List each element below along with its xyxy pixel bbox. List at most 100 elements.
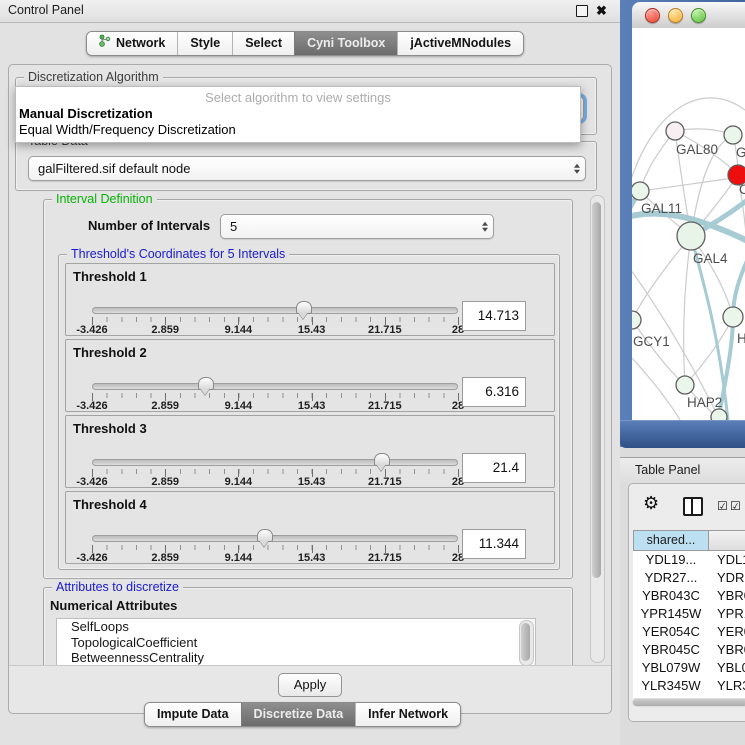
threshold-slider[interactable]: -3.4262.8599.14415.4321.71528 (92, 378, 458, 410)
slider-ticks (92, 393, 458, 398)
slider-track[interactable] (92, 459, 458, 466)
table-row[interactable]: YLR345WYLR3 (633, 677, 745, 695)
table-row[interactable]: YBL079WYBL0 (633, 659, 745, 677)
threshold-value-field[interactable]: 6.316 (462, 377, 526, 407)
tab-select[interactable]: Select (232, 32, 294, 55)
num-intervals-combobox[interactable]: 5 (220, 214, 494, 239)
combobox-value: galFiltered.sif default node (29, 157, 585, 180)
slider-tick-labels: -3.4262.8599.14415.4321.71528 (92, 552, 458, 564)
close-icon[interactable]: ✖ (596, 3, 607, 19)
node-gcy1[interactable] (632, 311, 641, 329)
tab-network[interactable]: Network (87, 32, 177, 55)
tab-cyni-toolbox[interactable]: Cyni Toolbox (294, 32, 397, 55)
node-gal80[interactable] (666, 122, 684, 140)
slider-thumb[interactable] (198, 377, 214, 390)
control-panel: Control Panel ✖ Network Style Select Cyn… (0, 0, 620, 745)
network-window-bottom-frame (620, 420, 745, 448)
checkbox-checked-icon[interactable]: ☑ (717, 500, 728, 512)
slider-tick-labels: -3.4262.8599.14415.4321.71528 (92, 400, 458, 412)
threshold-label: Threshold 4 (73, 497, 147, 512)
slider-track[interactable] (92, 307, 458, 314)
slider-track[interactable] (92, 535, 458, 542)
table-row[interactable]: YER054CYER0 (633, 623, 745, 641)
node-partial[interactable] (711, 409, 727, 420)
dropdown-option-manual[interactable]: Manual Discretization (16, 106, 580, 122)
network-window-titlebar[interactable] (632, 2, 745, 29)
apply-button[interactable]: Apply (278, 673, 342, 697)
table-row[interactable]: YDL19...YDL1 (633, 551, 745, 569)
table-data-combobox[interactable]: galFiltered.sif default node (28, 156, 586, 181)
threshold-label: Threshold 2 (73, 345, 147, 360)
tab-jactivemnodules[interactable]: jActiveMNodules (397, 32, 523, 55)
slider-thumb[interactable] (374, 453, 390, 466)
slider-thumb[interactable] (257, 529, 273, 542)
tab-label: Infer Network (368, 703, 448, 726)
table-panel-body: ⚙ ☑ ☑ shared... na YDL19...YDL1 YDR27...… (628, 483, 745, 722)
svg-text:C: C (739, 182, 745, 197)
horizontal-scrollbar[interactable] (632, 698, 745, 707)
table-row[interactable]: YBR045CYBR0 (633, 641, 745, 659)
threshold-value-field[interactable]: 11.344 (462, 529, 526, 559)
threshold-value-field[interactable]: 21.4 (462, 453, 526, 483)
table-row[interactable]: YBR043CYBR0 (633, 587, 745, 605)
slider-thumb[interactable] (296, 301, 312, 314)
table-row[interactable]: YDR27...YDR2 (633, 569, 745, 587)
float-window-icon[interactable] (576, 5, 588, 17)
group-title: Interval Definition (52, 192, 157, 206)
threshold-panel: Threshold 1 -3.4262.8599.14415.4321.7152… (65, 263, 555, 336)
checkbox-checked-icon[interactable]: ☑ (730, 500, 741, 512)
dropdown-option-equal-width[interactable]: Equal Width/Frequency Discretization (16, 122, 580, 138)
tab-infer-network[interactable]: Infer Network (355, 703, 460, 726)
list-item[interactable]: BetweennessCentrality (57, 650, 535, 665)
list-item[interactable]: TopologicalCoefficient (57, 635, 535, 651)
algorithm-dropdown-popup: Select algorithm to view settings Manual… (15, 86, 581, 143)
table-row[interactable]: YPR145WYPR1 (633, 605, 745, 623)
svg-text:GA: GA (736, 145, 745, 160)
column-header-name[interactable]: na (709, 530, 745, 551)
node-ga[interactable] (724, 126, 742, 144)
node-hap2[interactable] (676, 376, 694, 394)
scrollbar-thumb[interactable] (633, 699, 745, 706)
group-title: Threshold's Coordinates for 5 Intervals (67, 247, 289, 261)
interval-definition-group: Interval Definition Number of Intervals … (43, 199, 573, 579)
network-icon (99, 32, 111, 55)
svg-text:GCY1: GCY1 (633, 334, 670, 349)
slider-ticks (92, 469, 458, 474)
threshold-value-field[interactable]: 14.713 (462, 301, 526, 331)
node-gal4[interactable] (677, 222, 705, 250)
zoom-traffic-light-icon[interactable] (691, 8, 706, 23)
right-pane: GAL80 GA C GAL11 GAL4 GCY1 H HAP2 Table … (620, 0, 745, 745)
scrollbar-thumb[interactable] (592, 202, 601, 578)
vertical-scrollbar[interactable] (590, 195, 605, 663)
slider-tick-labels: -3.4262.8599.14415.4321.71528 (92, 476, 458, 488)
list-item[interactable]: SelfLoops (57, 619, 535, 635)
tab-style[interactable]: Style (177, 32, 232, 55)
network-window: GAL80 GA C GAL11 GAL4 GCY1 H HAP2 (620, 0, 745, 447)
panel-title: Control Panel (8, 3, 84, 17)
threshold-slider[interactable]: -3.4262.8599.14415.4321.71528 (92, 302, 458, 334)
tab-discretize-data[interactable]: Discretize Data (241, 703, 356, 726)
threshold-label: Threshold 1 (73, 269, 147, 284)
threshold-slider[interactable]: -3.4262.8599.14415.4321.71528 (92, 530, 458, 562)
dropdown-hint-item: Select algorithm to view settings (16, 90, 580, 106)
minimize-traffic-light-icon[interactable] (668, 8, 683, 23)
columns-icon[interactable] (683, 497, 703, 516)
slider-track[interactable] (92, 383, 458, 390)
top-tab-bar: Network Style Select Cyni Toolbox jActiv… (86, 31, 524, 56)
gear-icon[interactable]: ⚙ (643, 493, 659, 513)
combobox-value: 5 (221, 215, 493, 238)
table-panel-header: Table Panel (620, 457, 745, 484)
threshold-panel: Threshold 3 -3.4262.8599.14415.4321.7152… (65, 415, 555, 488)
node-h[interactable] (723, 307, 743, 327)
network-canvas[interactable]: GAL80 GA C GAL11 GAL4 GCY1 H HAP2 (632, 28, 745, 420)
threshold-slider[interactable]: -3.4262.8599.14415.4321.71528 (92, 454, 458, 486)
tab-impute-data[interactable]: Impute Data (145, 703, 241, 726)
svg-text:HAP2: HAP2 (687, 395, 722, 410)
numerical-attributes-label: Numerical Attributes (50, 598, 177, 613)
list-scrollbar[interactable] (519, 620, 534, 665)
column-header-shared-name[interactable]: shared... (633, 530, 709, 551)
close-traffic-light-icon[interactable] (645, 8, 660, 23)
node-gal11[interactable] (632, 182, 649, 200)
network-graph[interactable]: GAL80 GA C GAL11 GAL4 GCY1 H HAP2 (632, 28, 745, 420)
slider-tick-labels: -3.4262.8599.14415.4321.71528 (92, 324, 458, 336)
